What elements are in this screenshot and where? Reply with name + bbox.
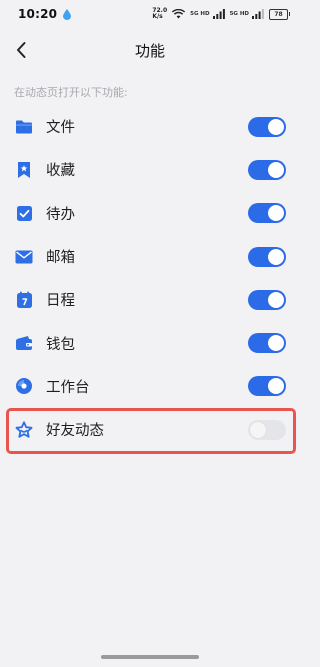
list-item-label: 好友动态 (46, 423, 104, 440)
list-item-label: 收藏 (46, 163, 75, 180)
toggle-knob (268, 118, 284, 135)
toggle-knob (268, 291, 284, 308)
toggle-wallet[interactable] (248, 333, 286, 354)
status-bar: 10:20 72.0 K/s 5G HD 5G HD 78 (0, 0, 300, 28)
todo-check-icon (15, 204, 33, 222)
list-item-label: 工作台 (46, 379, 90, 396)
network-speed: 72.0 K/s (152, 8, 167, 20)
toggle-workbench[interactable] (248, 376, 286, 397)
toggle-mail[interactable] (248, 246, 286, 267)
back-button[interactable] (10, 36, 32, 64)
page-title: 功能 (134, 41, 165, 60)
wallet-icon (15, 334, 33, 352)
list-item-label: 邮箱 (46, 250, 75, 267)
toggle-knob (268, 248, 284, 265)
home-indicator[interactable] (101, 655, 199, 659)
list-item-workbench: 工作台 (0, 365, 300, 408)
chevron-left-icon (17, 42, 26, 58)
toggle-knob (268, 205, 284, 222)
mail-icon (15, 248, 33, 266)
toggle-files[interactable] (248, 116, 286, 137)
signal-icon-2 (252, 9, 264, 19)
network-speed-unit: K/s (152, 13, 163, 20)
list-item-calendar: 日程 (0, 278, 300, 321)
toggle-knob (268, 378, 284, 395)
battery-indicator: 78 (269, 8, 290, 20)
page-header: 功能 (0, 28, 300, 72)
list-item-favorites: 收藏 (0, 148, 300, 191)
signal-icon-1 (212, 9, 225, 19)
list-item-files: 文件 (0, 105, 300, 148)
toggle-knob (268, 161, 284, 178)
signal-label-1: 5G HD (190, 11, 210, 17)
list-item-wallet: 钱包 (0, 321, 300, 364)
list-item-label: 日程 (46, 293, 75, 310)
wifi-icon (172, 9, 186, 19)
app-drop-icon (63, 8, 72, 20)
toggle-friend-feed[interactable] (248, 419, 286, 440)
status-time: 10:20 (18, 7, 58, 21)
feature-list: 文件 收藏 待办 邮箱 日程 钱包 工作台 好友动态 (0, 105, 300, 451)
toggle-knob (268, 335, 284, 352)
list-item-friend-feed: 好友动态 (0, 408, 300, 451)
list-item-label: 钱包 (46, 336, 75, 353)
status-left: 10:20 (18, 7, 72, 21)
status-right: 72.0 K/s 5G HD 5G HD 78 (152, 8, 290, 20)
toggle-favorites[interactable] (248, 159, 286, 180)
friend-star-icon (15, 421, 33, 439)
signal-label-2: 5G HD (229, 11, 249, 17)
bookmark-icon (15, 161, 33, 179)
list-item-todo: 待办 (0, 192, 300, 235)
list-item-label: 待办 (46, 206, 75, 223)
toggle-todo[interactable] (248, 203, 286, 224)
list-item-mail: 邮箱 (0, 235, 300, 278)
folder-icon (15, 118, 33, 136)
calendar-icon (15, 291, 33, 309)
toggle-calendar[interactable] (248, 289, 286, 310)
toggle-knob (250, 421, 266, 438)
workbench-icon (15, 377, 33, 395)
section-hint: 在动态页打开以下功能: (14, 86, 128, 99)
list-item-label: 文件 (46, 120, 75, 137)
